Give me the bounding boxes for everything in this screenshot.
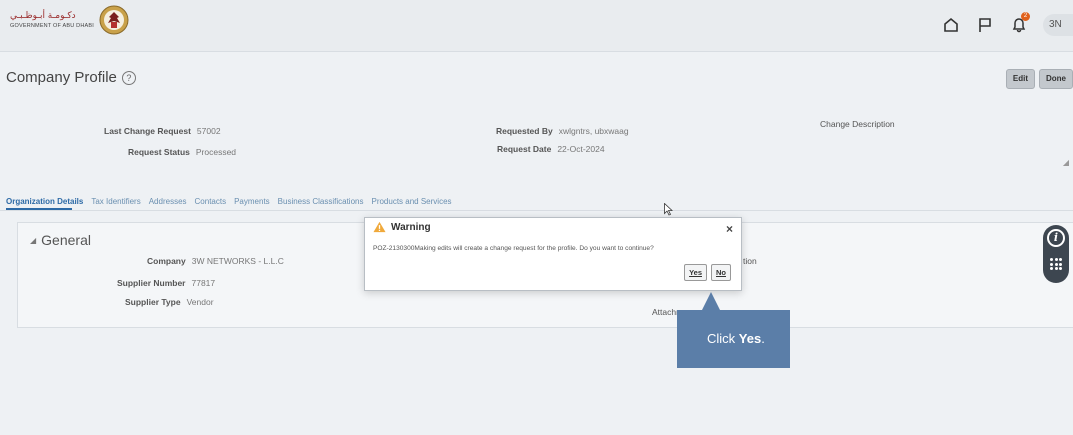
dialog-message: POZ-2130300Making edits will create a ch…	[373, 245, 654, 252]
tab-tax-identifiers[interactable]: Tax Identifiers	[91, 197, 140, 206]
tab-divider	[0, 210, 1073, 211]
tab-addresses[interactable]: Addresses	[149, 197, 187, 206]
supplier-type-value: Vendor	[186, 297, 214, 307]
supplier-number-field: Supplier Number 77817	[117, 278, 215, 288]
apps-grid-icon[interactable]	[1050, 258, 1062, 270]
logo-arabic-text: دكـومـة أبـوظـبـي	[10, 10, 76, 21]
profile-tabs: Organization Details Tax Identifiers Add…	[6, 197, 452, 206]
requested-by-value: xwlgntrs, ubxwaag	[558, 126, 629, 136]
logo-text: دكـومـة أبـوظـبـي GOVERNMENT OF ABU DHAB…	[10, 11, 94, 30]
notification-count-badge: 2	[1021, 12, 1030, 21]
last-change-request-field: Last Change Request 57002	[104, 126, 221, 136]
change-description-label: Change Description	[820, 119, 895, 129]
request-status-value: Processed	[195, 147, 237, 157]
general-section-header[interactable]: ◢ General	[30, 232, 91, 248]
supplier-type-field: Supplier Type Vendor	[125, 297, 214, 307]
close-icon[interactable]: ×	[726, 223, 733, 235]
page-actions: Edit Done	[1005, 69, 1073, 89]
request-date-field: Request Date 22-Oct-2024	[497, 144, 605, 154]
company-value: 3W NETWORKS - L.L.C	[191, 256, 284, 266]
callout-prefix: Click	[707, 331, 739, 346]
header-icons: 2 3N	[941, 12, 1073, 36]
supplier-type-label: Supplier Type	[125, 297, 181, 307]
flag-icon[interactable]	[975, 15, 995, 35]
general-section-title: General	[41, 232, 91, 248]
partially-hidden-label: tion	[743, 256, 757, 266]
callout-suffix: .	[761, 331, 765, 346]
tab-payments[interactable]: Payments	[234, 197, 270, 206]
mouse-pointer-icon	[664, 203, 673, 216]
callout-emphasis: Yes	[738, 331, 762, 346]
warning-dialog: Warning × POZ-2130300Making edits will c…	[364, 217, 742, 291]
dialog-header: Warning	[373, 221, 431, 233]
company-field: Company 3W NETWORKS - L.L.C	[147, 256, 284, 266]
collapse-triangle-icon: ◢	[30, 235, 37, 245]
request-date-value: 22-Oct-2024	[557, 144, 605, 154]
user-avatar[interactable]: 3N	[1043, 14, 1073, 36]
expand-handle-icon[interactable]: ◢	[1063, 158, 1069, 167]
top-bar: دكـومـة أبـوظـبـي GOVERNMENT OF ABU DHAB…	[0, 0, 1073, 52]
no-button[interactable]: No	[711, 264, 731, 281]
last-change-request-label: Last Change Request	[104, 126, 191, 136]
requested-by-label: Requested By	[496, 126, 553, 136]
page-footer-area	[0, 420, 1073, 435]
dialog-buttons: Yes No	[684, 264, 731, 281]
home-icon[interactable]	[941, 15, 961, 35]
supplier-number-label: Supplier Number	[117, 278, 186, 288]
tab-organization-details[interactable]: Organization Details	[6, 197, 83, 206]
notifications-bell-icon[interactable]: 2	[1009, 12, 1030, 35]
page-title-row: Company Profile ?	[6, 69, 136, 86]
yes-button[interactable]: Yes	[684, 264, 707, 281]
edit-button[interactable]: Edit	[1005, 69, 1035, 89]
callout-pointer	[702, 292, 720, 310]
info-icon[interactable]: i	[1047, 229, 1065, 247]
company-label: Company	[147, 256, 186, 266]
help-icon[interactable]: ?	[121, 70, 136, 85]
tab-business-classifications[interactable]: Business Classifications	[278, 197, 364, 206]
tutorial-callout: Click Yes.	[677, 310, 790, 368]
done-button[interactable]: Done	[1039, 69, 1073, 89]
tab-products-and-services[interactable]: Products and Services	[371, 197, 451, 206]
falcon-emblem-icon	[99, 5, 129, 35]
supplier-number-value: 77817	[191, 278, 216, 288]
request-date-label: Request Date	[497, 144, 552, 154]
request-status-field: Request Status Processed	[128, 147, 236, 157]
requested-by-field: Requested By xwlgntrs, ubxwaag	[496, 126, 629, 136]
last-change-request-value: 57002	[196, 126, 221, 136]
page-title: Company Profile	[6, 69, 117, 86]
dialog-title: Warning	[391, 221, 431, 233]
government-logo[interactable]: دكـومـة أبـوظـبـي GOVERNMENT OF ABU DHAB…	[10, 3, 130, 37]
warning-triangle-icon	[373, 221, 386, 233]
request-status-label: Request Status	[128, 147, 190, 157]
logo-english-text: GOVERNMENT OF ABU DHABI	[10, 22, 94, 29]
tab-contacts[interactable]: Contacts	[195, 197, 227, 206]
floating-assist-widget[interactable]: i	[1043, 225, 1069, 283]
